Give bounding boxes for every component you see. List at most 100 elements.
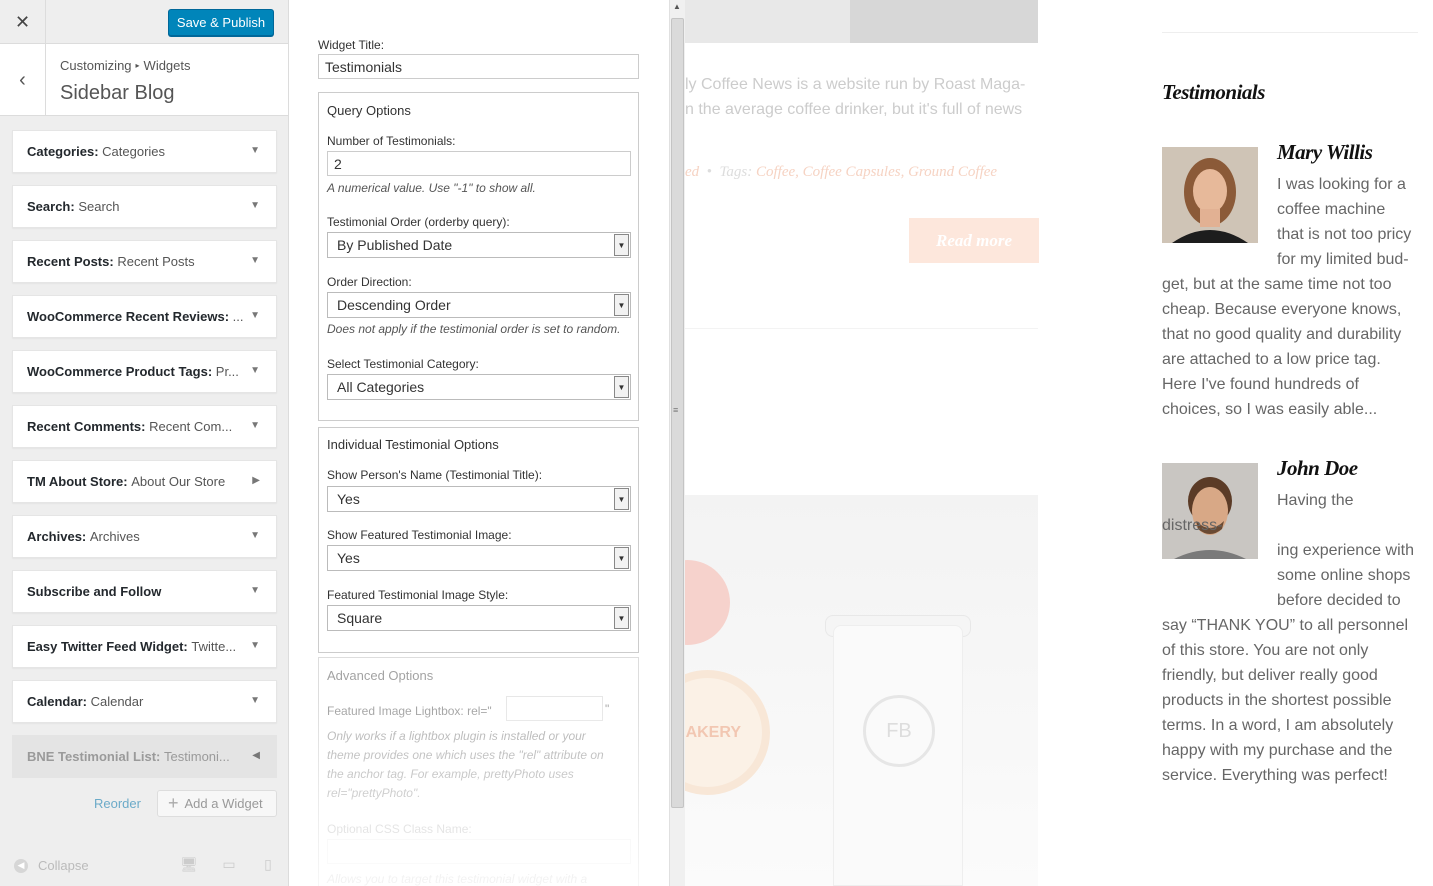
expand-arrow-icon[interactable]: ▼ <box>250 145 260 156</box>
tablet-preview-icon[interactable]: ▭ <box>220 856 238 874</box>
widget-item-archives[interactable]: Archives: Archives ▼ <box>12 515 277 558</box>
widget-type: Easy Twitter Feed Widget: <box>27 639 188 654</box>
css-class-hint: Allows you to target this testimonial wi… <box>327 872 588 886</box>
post-excerpt-line: ly Coffee News is a website run by Roast… <box>685 76 1026 93</box>
collapse-button[interactable]: ◀ Collapse <box>14 858 89 873</box>
expand-arrow-icon[interactable]: ▶ <box>252 475 260 486</box>
image-style-select[interactable]: Square ▼ <box>327 605 631 631</box>
post-divider <box>685 328 1038 329</box>
testimonial-order-label: Testimonial Order (orderby query): <box>327 215 510 229</box>
widget-type: Search: <box>27 199 75 214</box>
widget-type: Recent Posts: <box>27 254 114 269</box>
widget-item-woocommerce-recent-reviews[interactable]: WooCommerce Recent Reviews: ... ▼ <box>12 295 277 338</box>
widget-type: WooCommerce Product Tags: <box>27 364 213 379</box>
css-class-input[interactable] <box>327 839 631 864</box>
expand-arrow-icon[interactable]: ▼ <box>250 255 260 266</box>
read-more-button[interactable]: Read more <box>909 218 1039 263</box>
widget-item-calendar[interactable]: Calendar: Calendar ▼ <box>12 680 277 723</box>
post-image-detail <box>850 0 1038 43</box>
testimonial-line: that no good quality and durability <box>1162 326 1402 343</box>
testimonial-category-select[interactable]: All Categories ▼ <box>327 374 631 400</box>
testimonial-line: Here I've found hundreds of <box>1162 376 1359 393</box>
photo-red-cup <box>685 560 730 645</box>
lightbox-hint-line: Only works if a lightbox plugin is insta… <box>327 729 586 743</box>
lightbox-rel-input[interactable] <box>506 696 603 721</box>
collapse-label: Collapse <box>38 858 89 873</box>
post-excerpt: ly Coffee News is a website run by Roast… <box>685 72 1035 122</box>
plus-icon: + <box>168 793 179 813</box>
widget-type: Recent Comments: <box>27 419 146 434</box>
collapse-arrow-icon[interactable]: ◀ <box>252 750 260 761</box>
post-image <box>685 0 1038 43</box>
testimonial-name: Mary Willis <box>1277 140 1373 164</box>
widget-title: Twitte... <box>191 639 237 654</box>
testimonial-category-label: Select Testimonial Category: <box>327 357 479 371</box>
testimonial-line: ing experience with <box>1277 542 1414 559</box>
widget-item-subscribe-follow[interactable]: Subscribe and Follow ▼ <box>12 570 277 613</box>
meta-bullet: • <box>702 164 716 180</box>
testimonials-heading: Testimonials <box>1162 80 1265 104</box>
panel-header: ‹ Customizing ▸ Widgets Sidebar Blog <box>0 44 288 116</box>
widget-title: Recent Com... <box>149 419 233 434</box>
widget-title: Recent Posts <box>117 254 195 269</box>
num-testimonials-input[interactable]: 2 <box>327 151 631 176</box>
breadcrumb-customizing: Customizing <box>60 58 132 73</box>
show-image-select[interactable]: Yes ▼ <box>327 545 631 571</box>
tag-links[interactable]: Coffee, Coffee Capsules, Ground Coffee <box>756 164 997 180</box>
widget-title: Categories <box>102 144 166 159</box>
select-value: All Categories <box>337 379 425 395</box>
breadcrumb-separator-icon: ▸ <box>135 61 140 70</box>
select-value: Yes <box>337 550 360 566</box>
css-class-label: Optional CSS Class Name: <box>327 822 472 836</box>
widget-item-bne-testimonial-list[interactable]: BNE Testimonial List: Testimoni... ◀ <box>12 735 277 778</box>
widget-type: TM About Store: <box>27 474 128 489</box>
lightbox-quote: " <box>605 702 610 716</box>
expand-arrow-icon[interactable]: ▼ <box>250 310 260 321</box>
widget-item-tm-about-store[interactable]: TM About Store: About Our Store ▶ <box>12 460 277 503</box>
desktop-preview-icon[interactable]: 🖥 <box>180 856 198 886</box>
expand-arrow-icon[interactable]: ▼ <box>250 365 260 376</box>
lightbox-hint-line: rel="prettyPhoto". <box>327 786 421 800</box>
testimonial-line: some online shops <box>1277 567 1411 584</box>
widget-item-categories[interactable]: Categories: Categories ▼ <box>12 130 277 173</box>
widget-item-recent-comments[interactable]: Recent Comments: Recent Com... ▼ <box>12 405 277 448</box>
widget-item-woocommerce-product-tags[interactable]: WooCommerce Product Tags: Pr... ▼ <box>12 350 277 393</box>
widget-title: Search <box>78 199 120 214</box>
testimonial-line: products in the shortest possible <box>1162 692 1392 709</box>
expand-arrow-icon[interactable]: ▼ <box>250 530 260 541</box>
expand-arrow-icon[interactable]: ▼ <box>250 420 260 431</box>
widget-item-easy-twitter-feed[interactable]: Easy Twitter Feed Widget: Twitte... ▼ <box>12 625 277 668</box>
post-meta-fragment: ed <box>685 164 700 180</box>
widget-title: Archives <box>89 529 140 544</box>
add-widget-button[interactable]: + Add a Widget <box>157 790 277 817</box>
dropdown-arrow-icon: ▼ <box>614 547 629 569</box>
aside-divider <box>1162 32 1418 33</box>
reorder-link[interactable]: Reorder <box>94 796 141 811</box>
testimonial-line: I was looking for a <box>1277 176 1406 193</box>
save-publish-button[interactable]: Save & Publish <box>168 9 274 36</box>
expand-arrow-icon[interactable]: ▼ <box>250 200 260 211</box>
expand-arrow-icon[interactable]: ▼ <box>250 585 260 596</box>
scroll-up-arrow-icon[interactable]: ▲ <box>673 2 681 11</box>
expand-arrow-icon[interactable]: ▼ <box>250 640 260 651</box>
mobile-preview-icon[interactable]: ▯ <box>259 856 277 874</box>
show-name-select[interactable]: Yes ▼ <box>327 486 631 512</box>
testimonial-line: get, but at the same time not too <box>1162 276 1392 293</box>
widget-item-recent-posts[interactable]: Recent Posts: Recent Posts ▼ <box>12 240 277 283</box>
widget-title-input[interactable]: Testimonials <box>318 54 639 79</box>
order-direction-hint: Does not apply if the testimonial order … <box>327 322 621 336</box>
expand-arrow-icon[interactable]: ▼ <box>250 695 260 706</box>
post-meta: ed • Tags: Coffee, Coffee Capsules, Grou… <box>685 164 997 181</box>
testimonial-line: Having the distress- <box>1162 492 1354 534</box>
dropdown-arrow-icon: ▼ <box>614 607 629 629</box>
dropdown-arrow-icon: ▼ <box>614 376 629 398</box>
select-value: Yes <box>337 491 360 507</box>
form-scrollbar[interactable]: ▲ ≡ <box>669 0 685 886</box>
widget-item-search[interactable]: Search: Search ▼ <box>12 185 277 228</box>
close-customizer-button[interactable]: ✕ <box>0 0 46 44</box>
breadcrumb-widgets: Widgets <box>143 58 191 73</box>
order-direction-select[interactable]: Descending Order ▼ <box>327 292 631 318</box>
back-button[interactable]: ‹ <box>0 44 46 116</box>
testimonial-line: service. Everything was perfect! <box>1162 767 1388 784</box>
testimonial-order-select[interactable]: By Published Date ▼ <box>327 232 631 258</box>
